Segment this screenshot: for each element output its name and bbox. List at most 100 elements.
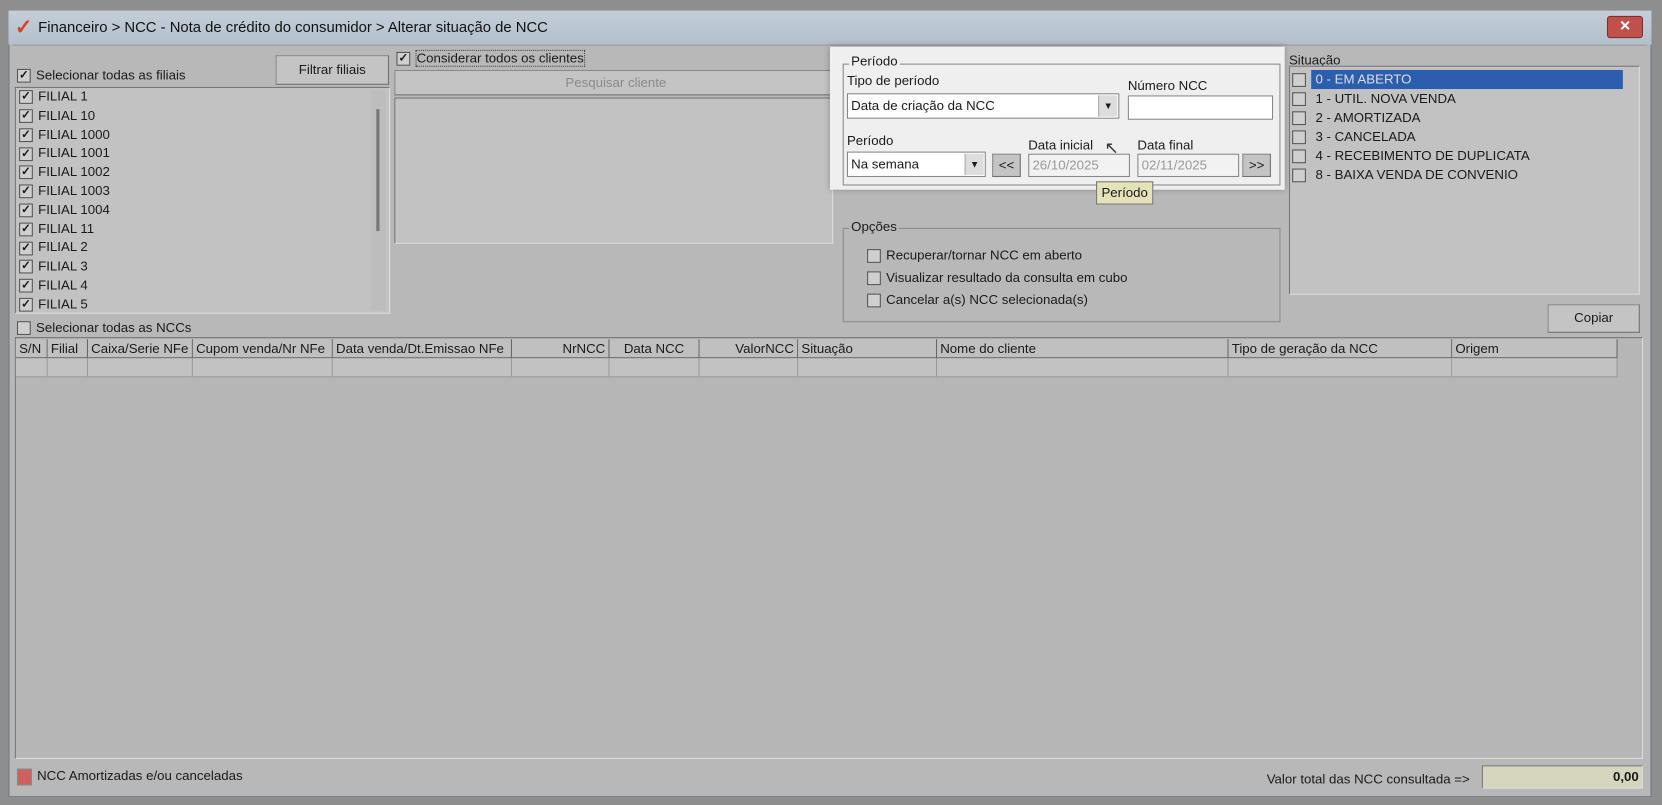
checkbox-icon: ✓ (19, 222, 33, 237)
filial-label: FILIAL 3 (38, 258, 88, 274)
filial-item[interactable]: ✓ FILIAL 4 (19, 277, 110, 296)
chevron-down-icon[interactable]: ▼ (1098, 95, 1118, 117)
column-header[interactable]: Situação (798, 339, 938, 359)
mouse-cursor-icon: ↖ (1104, 139, 1119, 158)
clients-list[interactable] (394, 97, 834, 244)
filial-label: FILIAL 5 (38, 296, 88, 312)
filial-item[interactable]: ✓ FILIAL 2 (19, 239, 110, 258)
filial-item[interactable]: ✓ FILIAL 3 (19, 258, 110, 277)
total-value: 0,00 (1481, 765, 1643, 789)
table-cell[interactable] (15, 358, 48, 378)
consider-all-clients-label: Considerar todos os clientes (415, 49, 585, 67)
filial-label: FILIAL 1004 (38, 202, 110, 218)
opcao-checkbox[interactable]: Visualizar resultado da consulta em cubo (867, 270, 1128, 292)
filial-label: FILIAL 2 (38, 239, 88, 255)
situacao-item[interactable]: 8 - BAIXA VENDA DE CONVENIO (1292, 165, 1637, 184)
periodo-group-label: Período (849, 54, 900, 69)
scrollbar-thumb[interactable] (376, 109, 380, 232)
checkbox-icon: ✓ (16, 69, 31, 83)
situacao-item[interactable]: 3 - CANCELADA (1292, 127, 1637, 146)
checkbox-icon (1292, 168, 1306, 183)
column-header[interactable]: S/N (15, 339, 48, 359)
checkbox-icon (16, 321, 31, 336)
previous-period-button[interactable]: << (992, 153, 1021, 178)
column-header[interactable]: Nome do cliente (937, 339, 1229, 359)
checkbox-icon: ✓ (19, 260, 33, 274)
data-final-label: Data final (1137, 137, 1194, 153)
table-cell[interactable] (47, 358, 88, 378)
column-header[interactable]: Caixa/Serie NFe (87, 339, 193, 359)
chevron-down-icon[interactable]: ▼ (964, 153, 984, 175)
table-cell[interactable] (609, 358, 700, 378)
column-header[interactable]: Filial (47, 339, 88, 359)
filial-item[interactable]: ✓ FILIAL 10 (19, 107, 110, 126)
checkbox-icon (1292, 92, 1306, 107)
column-header[interactable]: NrNCC (511, 339, 610, 359)
filial-label: FILIAL 1001 (38, 145, 110, 161)
column-header[interactable]: Cupom venda/Nr NFe (192, 339, 333, 359)
checkbox-icon: ✓ (19, 203, 33, 218)
situacao-item[interactable]: 1 - UTIL. NOVA VENDA (1292, 89, 1637, 108)
filiais-scrollbar[interactable] (370, 90, 386, 311)
opcoes-group-label: Opções (849, 219, 899, 235)
checkbox-icon: ✓ (19, 297, 33, 312)
data-inicial-label: Data inicial (1028, 137, 1094, 153)
column-header[interactable]: ValorNCC (699, 339, 799, 359)
table-cell[interactable] (332, 358, 512, 378)
periodo-label: Período (846, 133, 894, 149)
filial-item[interactable]: ✓ FILIAL 1001 (19, 145, 110, 164)
table-cell[interactable] (87, 358, 193, 378)
select-all-filiais-label: Selecionar todas as filiais (36, 67, 186, 83)
app-logo-icon: ✓ (14, 15, 33, 40)
table-cell[interactable] (798, 358, 938, 378)
pesquisar-cliente-button[interactable]: Pesquisar cliente (394, 69, 838, 96)
table-cell[interactable] (699, 358, 799, 378)
filial-item[interactable]: ✓ FILIAL 5 (19, 295, 110, 314)
table-cell[interactable] (1228, 358, 1453, 378)
table-cell[interactable] (937, 358, 1229, 378)
select-all-nccs-checkbox[interactable]: Selecionar todas as NCCs (16, 320, 192, 336)
consider-all-clients-checkbox[interactable]: ✓ Considerar todos os clientes (396, 49, 585, 67)
table-cell[interactable] (192, 358, 333, 378)
situacao-label: 3 - CANCELADA (1315, 129, 1416, 145)
filiais-list[interactable]: ✓ FILIAL 1 ✓ FILIAL 10 ✓ FILIAL 1000 ✓ FILIAL 1… (14, 86, 391, 314)
column-header[interactable]: Data venda/Dt.Emissao NFe (332, 339, 512, 359)
checkbox-icon: ✓ (19, 90, 33, 105)
filial-item[interactable]: ✓ FILIAL 1002 (19, 163, 110, 182)
filtrar-filiais-button[interactable]: Filtrar filiais (275, 55, 390, 85)
situacao-item[interactable]: 2 - AMORTIZADA (1292, 108, 1637, 127)
tipo-periodo-select[interactable]: Data de criação da NCC ▼ (846, 93, 1120, 119)
filial-label: FILIAL 11 (38, 221, 95, 236)
situacao-label: 0 - EM ABERTO (1311, 69, 1623, 90)
checkbox-icon: ✓ (19, 241, 33, 256)
situacao-item[interactable]: 0 - EM ABERTO (1292, 69, 1637, 90)
situacao-label: 8 - BAIXA VENDA DE CONVENIO (1315, 167, 1518, 183)
filial-item[interactable]: ✓ FILIAL 1000 (19, 126, 110, 145)
next-period-button[interactable]: >> (1242, 153, 1271, 178)
periodo-select[interactable]: Na semana ▼ (846, 151, 986, 178)
situacao-item[interactable]: 4 - RECEBIMENTO DE DUPLICATA (1292, 146, 1637, 165)
filial-item[interactable]: ✓ FILIAL 1 (19, 88, 110, 107)
opcao-checkbox[interactable]: Recuperar/tornar NCC em aberto (867, 248, 1127, 270)
opcao-checkbox[interactable]: Cancelar a(s) NCC selecionada(s) (867, 293, 1127, 315)
filial-item[interactable]: ✓ FILIAL 1003 (19, 182, 110, 201)
select-all-filiais-checkbox[interactable]: ✓ Selecionar todas as filiais (16, 67, 186, 83)
data-final-input[interactable]: 02/11/2025 (1137, 153, 1240, 178)
column-header[interactable]: Data NCC (609, 339, 700, 359)
ncc-table[interactable]: S/N Filial Caixa/Serie NFe Cupom venda/Nr N… (14, 337, 1643, 759)
copiar-button[interactable]: Copiar (1547, 304, 1640, 333)
situacao-list[interactable]: 0 - EM ABERTO 1 - UTIL. NOVA VENDA 2 - AMO… (1288, 65, 1640, 295)
situacao-label: 4 - RECEBIMENTO DE DUPLICATA (1315, 148, 1530, 164)
column-header[interactable]: Tipo de geração da NCC (1228, 339, 1453, 359)
table-cell[interactable] (1452, 358, 1618, 378)
column-header[interactable]: Origem (1452, 339, 1618, 359)
filial-item[interactable]: ✓ FILIAL 11 (19, 220, 110, 239)
select-all-nccs-label: Selecionar todas as NCCs (36, 320, 192, 335)
table-cell[interactable] (511, 358, 610, 378)
situacao-label: 2 - AMORTIZADA (1315, 110, 1421, 126)
filial-item[interactable]: ✓ FILIAL 1004 (19, 201, 110, 220)
numero-ncc-input[interactable] (1127, 95, 1274, 120)
checkbox-icon (867, 249, 881, 264)
close-button[interactable]: ✕ (1606, 15, 1643, 39)
tipo-periodo-value: Data de criação da NCC (851, 98, 995, 114)
